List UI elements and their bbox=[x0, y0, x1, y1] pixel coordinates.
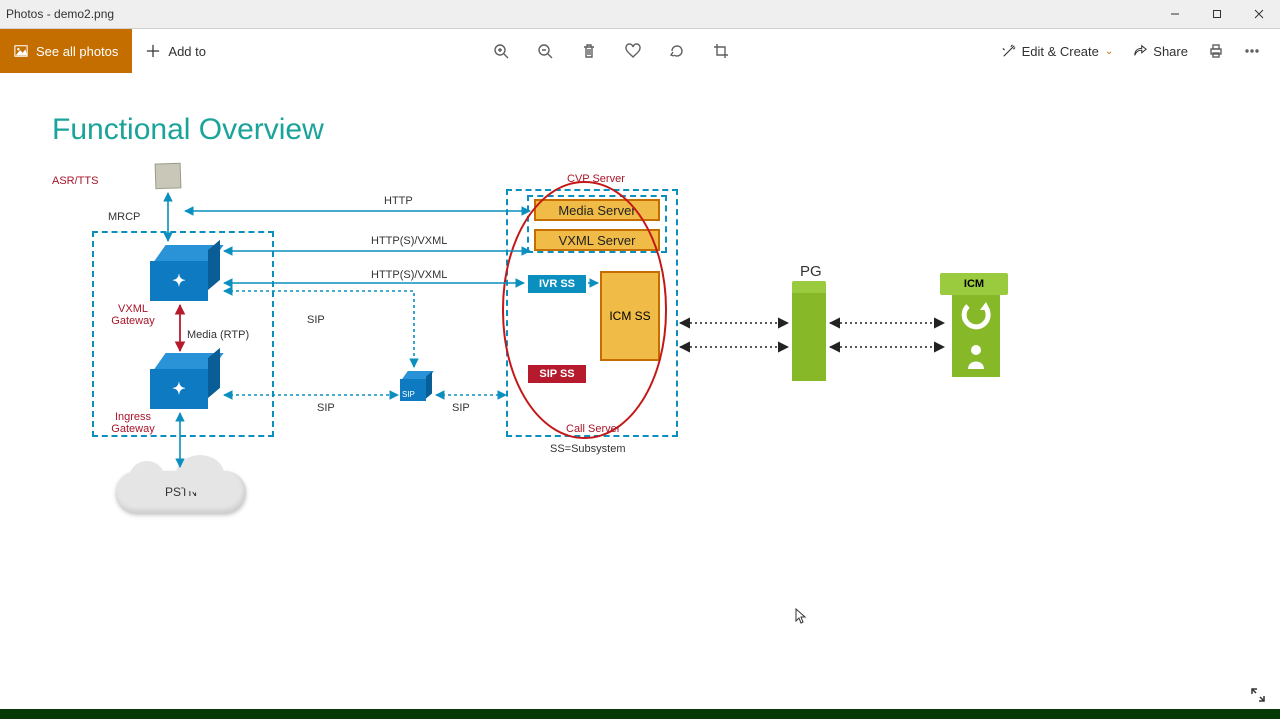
plus-icon bbox=[146, 44, 160, 58]
rotate-button[interactable] bbox=[669, 43, 685, 59]
edit-create-label: Edit & Create bbox=[1022, 44, 1099, 59]
fullscreen-button[interactable] bbox=[1250, 687, 1266, 703]
print-button[interactable] bbox=[1208, 43, 1224, 59]
magic-icon bbox=[1002, 44, 1016, 58]
minimize-button[interactable] bbox=[1154, 0, 1196, 28]
bottom-bar bbox=[0, 709, 1280, 719]
zoom-out-button[interactable] bbox=[537, 43, 553, 59]
chevron-down-icon: ⌄ bbox=[1105, 46, 1113, 57]
add-to-button[interactable]: Add to bbox=[132, 29, 220, 73]
window-title: Photos - demo2.png bbox=[6, 7, 114, 21]
close-button[interactable] bbox=[1238, 0, 1280, 28]
diagram-image: Functional Overview ASR/TTS MRCP ✦ VXML … bbox=[52, 113, 1072, 533]
edit-create-button[interactable]: Edit & Create ⌄ bbox=[1002, 44, 1114, 59]
maximize-button[interactable] bbox=[1196, 0, 1238, 28]
share-button[interactable]: Share bbox=[1133, 44, 1188, 59]
crop-button[interactable] bbox=[713, 43, 729, 59]
title-bar: Photos - demo2.png bbox=[0, 0, 1280, 28]
cursor-icon bbox=[795, 608, 807, 624]
see-all-photos-button[interactable]: See all photos bbox=[0, 29, 132, 73]
photo-viewer[interactable]: Functional Overview ASR/TTS MRCP ✦ VXML … bbox=[0, 73, 1280, 719]
picture-icon bbox=[14, 44, 28, 58]
favorite-button[interactable] bbox=[625, 43, 641, 59]
zoom-in-button[interactable] bbox=[493, 43, 509, 59]
more-button[interactable] bbox=[1244, 43, 1260, 59]
share-label: Share bbox=[1153, 44, 1188, 59]
delete-button[interactable] bbox=[581, 43, 597, 59]
toolbar: See all photos Add to Edit & Create ⌄ Sh… bbox=[0, 29, 1280, 73]
add-to-label: Add to bbox=[168, 44, 206, 59]
share-icon bbox=[1133, 44, 1147, 58]
diagram-connectors bbox=[52, 113, 1072, 533]
see-all-photos-label: See all photos bbox=[36, 44, 118, 59]
